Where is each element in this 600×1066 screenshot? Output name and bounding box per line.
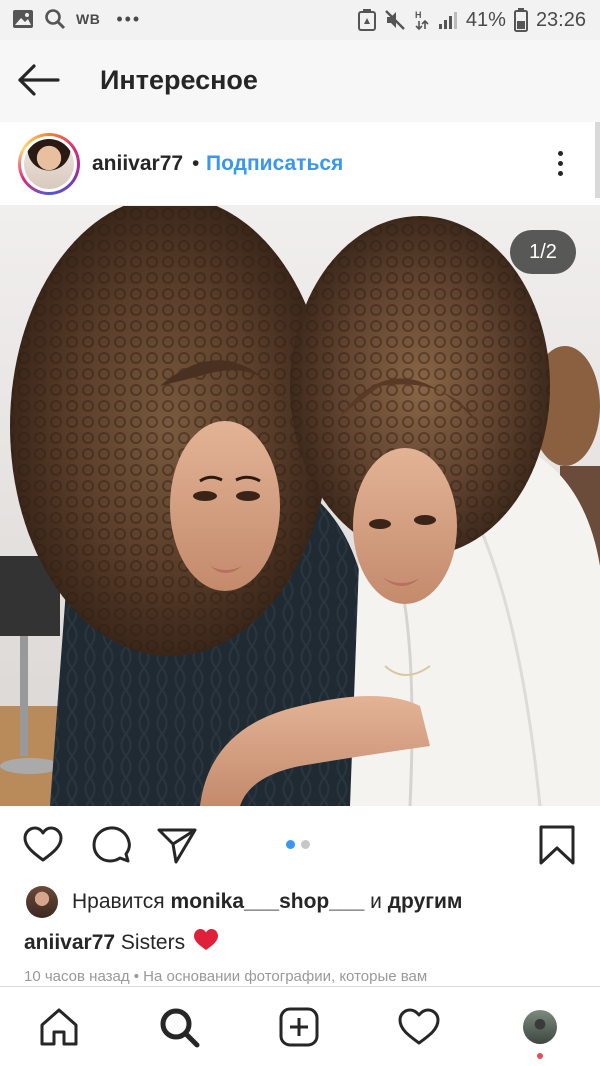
nav-search[interactable] <box>157 1005 201 1049</box>
author-avatar[interactable] <box>18 133 80 195</box>
post-actions <box>0 806 600 880</box>
avatar-image <box>24 139 74 189</box>
mute-icon <box>385 10 405 30</box>
top-bar: Интересное <box>0 40 600 122</box>
liker-avatar <box>26 886 58 918</box>
search-notification-icon <box>45 9 66 30</box>
comment-button[interactable] <box>90 824 132 866</box>
gallery-notification-icon <box>13 10 33 28</box>
notification-dot <box>537 1053 543 1059</box>
avatar-border <box>21 136 77 192</box>
status-bar: WB ••• H 41% 23:26 <box>0 0 600 40</box>
post-photo[interactable]: 1/2 <box>0 206 600 806</box>
home-icon <box>40 1008 78 1046</box>
arrow-left-icon <box>18 64 60 96</box>
likes-text: Нравится monika___shop___ и другим <box>72 890 462 914</box>
caption-text: Sisters <box>120 931 186 954</box>
save-button[interactable] <box>538 824 580 866</box>
likes-joiner: и <box>370 890 382 913</box>
more-vertical-icon-dot <box>557 171 563 176</box>
separator-dot: • <box>192 152 200 175</box>
nav-profile[interactable] <box>518 1005 562 1059</box>
status-bar-right: H 41% 23:26 <box>357 8 586 32</box>
battery-percent: 41% <box>465 8 506 31</box>
likes-row[interactable]: Нравится monika___shop___ и другим <box>0 884 600 924</box>
search-icon <box>160 1008 200 1048</box>
follow-button[interactable]: Подписаться <box>206 152 343 176</box>
post-meta: 10 часов назад • На основании фотографии… <box>24 968 428 985</box>
carousel-indicator <box>286 840 310 849</box>
more-notifications-icon: ••• <box>116 8 142 29</box>
likes-prefix: Нравится <box>72 890 165 913</box>
profile-avatar <box>523 1010 557 1044</box>
heart-emoji-icon <box>193 929 218 950</box>
photo-two-women-curly-hair <box>0 206 600 806</box>
clock: 23:26 <box>535 8 586 31</box>
scrollbar[interactable] <box>595 122 600 198</box>
share-button[interactable] <box>156 824 198 866</box>
paper-plane-icon <box>157 828 197 864</box>
more-vertical-icon-dot <box>557 161 563 166</box>
carousel-dot <box>301 840 310 849</box>
carrier-label: WB <box>76 11 101 27</box>
likes-others[interactable]: другим <box>388 890 463 913</box>
recycle-icon <box>357 9 376 31</box>
battery-icon <box>513 8 528 32</box>
activity-heart-icon <box>398 1008 440 1045</box>
back-button[interactable] <box>14 60 64 100</box>
bookmark-icon <box>539 825 575 865</box>
page-title: Интересное <box>100 65 258 95</box>
caption-username[interactable]: aniivar77 <box>24 931 115 954</box>
status-bar-left: WB ••• <box>12 8 141 30</box>
like-button[interactable] <box>22 824 64 866</box>
carousel-dot-active <box>286 840 295 849</box>
network-type-icon: H <box>415 10 429 31</box>
nav-home[interactable] <box>37 1005 81 1049</box>
signal-icon <box>438 12 457 29</box>
heart-outline-icon <box>23 826 63 862</box>
comment-icon <box>92 826 131 863</box>
image-counter: 1/2 <box>510 230 576 274</box>
more-vertical-icon-dot <box>557 151 563 156</box>
post-caption: aniivar77 Sisters <box>24 928 219 955</box>
author-username[interactable]: aniivar77 <box>92 152 183 176</box>
svg-text:H: H <box>415 10 422 20</box>
liker-username[interactable]: monika___shop___ <box>171 890 365 913</box>
add-post-icon <box>279 1007 319 1047</box>
more-options-button[interactable] <box>548 146 572 182</box>
post-header: aniivar77 • Подписаться <box>0 122 600 206</box>
nav-new-post[interactable] <box>277 1005 321 1049</box>
nav-activity[interactable] <box>397 1005 441 1049</box>
bottom-navigation <box>0 986 600 1066</box>
